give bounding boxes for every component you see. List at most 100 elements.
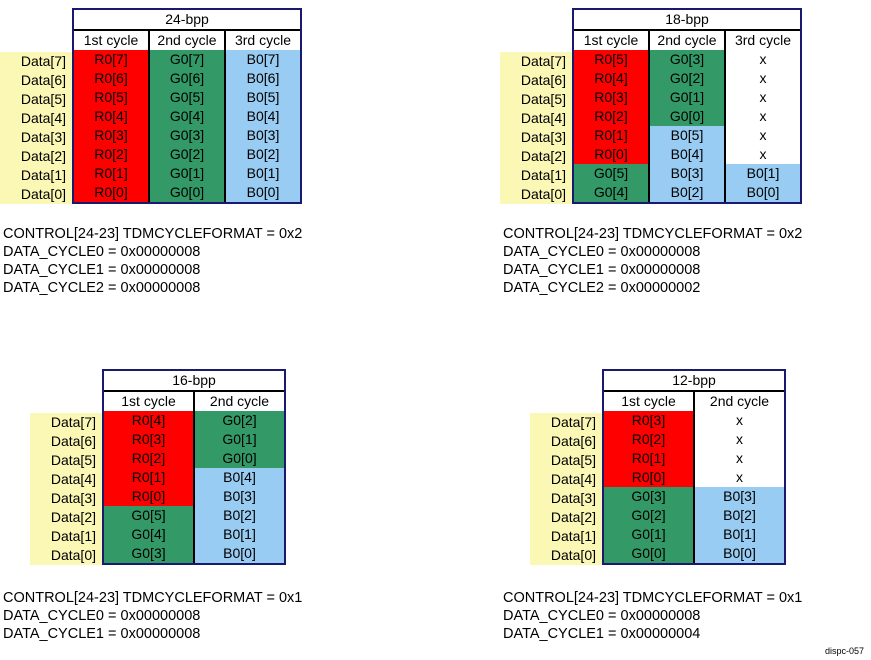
caption-12bpp: CONTROL[24-23] TDMCYCLEFORMAT = 0x1 DATA_… (503, 589, 802, 643)
bit-cell: G0[6] (150, 69, 224, 88)
bit-cell: R0[0] (74, 183, 148, 202)
row-label: Data[6] (50, 433, 96, 449)
bit-cell: G0[3] (650, 50, 724, 69)
row-label: Data[5] (520, 91, 566, 107)
bit-cell: G0[4] (150, 107, 224, 126)
bit-cell: R0[2] (574, 107, 648, 126)
bit-cell: G0[2] (195, 411, 284, 430)
bit-cell: R0[2] (74, 145, 148, 164)
bit-cell: G0[7] (150, 50, 224, 69)
panel-24bpp: Data[7] Data[6] Data[5] Data[4] Data[3] Data[… (0, 8, 302, 204)
bit-cell: B0[1] (226, 164, 300, 183)
bit-cell: B0[4] (195, 468, 284, 487)
cycle-column: G0[7] G0[6] G0[5] G0[4] G0[3] G0[2] G0[1] G0[0] (148, 50, 224, 202)
table-title: 18-bpp (574, 10, 800, 31)
bit-cell: R0[1] (74, 164, 148, 183)
bit-cell: G0[1] (150, 164, 224, 183)
cycle-header: 3rd cycle (224, 31, 300, 50)
cycle-header: 1st cycle (604, 392, 693, 411)
bit-cell: R0[3] (74, 126, 148, 145)
bit-cell: R0[3] (104, 430, 193, 449)
cycle-column: R0[7] R0[6] R0[5] R0[4] R0[3] R0[2] R0[1] R0[0] (74, 50, 148, 202)
bit-cell: x (695, 430, 784, 449)
bit-cell: B0[0] (195, 544, 284, 563)
panel-12bpp: Data[7] Data[6] Data[5] Data[4] Data[3] Data[… (530, 369, 786, 565)
row-label: Data[3] (520, 129, 566, 145)
cycle-column: R0[3] R0[2] R0[1] R0[0] G0[3] G0[2] G0[1] G0[0] (604, 411, 693, 563)
bit-cell: R0[1] (604, 449, 693, 468)
row-label: Data[1] (20, 167, 66, 183)
cycle-header-row: 1st cycle 2nd cycle (104, 392, 284, 411)
row-label: Data[5] (50, 452, 96, 468)
bit-cell: x (695, 449, 784, 468)
bit-cell: B0[5] (650, 126, 724, 145)
bit-cell: B0[2] (195, 506, 284, 525)
bit-cell: G0[4] (574, 183, 648, 202)
cycle-header-row: 1st cycle 2nd cycle 3rd cycle (74, 31, 300, 50)
bit-cell: B0[1] (726, 164, 800, 183)
cycle-column: G0[3] G0[2] G0[1] G0[0] B0[5] B0[4] B0[3] B0[2] (648, 50, 724, 202)
caption-line: DATA_CYCLE1 = 0x00000008 (503, 262, 701, 278)
cycle-header-row: 1st cycle 2nd cycle 3rd cycle (574, 31, 800, 50)
row-label: Data[7] (50, 414, 96, 430)
cycle-header: 2nd cycle (193, 392, 284, 411)
row-label: Data[3] (20, 129, 66, 145)
bit-cell: B0[0] (726, 183, 800, 202)
bit-cell: R0[0] (574, 145, 648, 164)
row-label: Data[1] (520, 167, 566, 183)
bit-cell: R0[4] (574, 69, 648, 88)
bit-cell: x (726, 145, 800, 164)
table-title: 24-bpp (74, 10, 300, 31)
bit-cell: R0[3] (574, 88, 648, 107)
cycle-header: 2nd cycle (148, 31, 224, 50)
row-label: Data[0] (550, 547, 596, 563)
cycle-header: 2nd cycle (648, 31, 724, 50)
bit-cell: B0[4] (226, 107, 300, 126)
caption-line: DATA_CYCLE1 = 0x00000004 (503, 626, 701, 642)
caption-line: DATA_CYCLE2 = 0x00000002 (503, 280, 701, 296)
bit-cell: B0[1] (195, 525, 284, 544)
row-label: Data[1] (550, 528, 596, 544)
row-label-column: Data[7] Data[6] Data[5] Data[4] Data[3] Data[… (0, 52, 72, 204)
bit-cell: R0[4] (74, 107, 148, 126)
row-label: Data[6] (550, 433, 596, 449)
cycle-body: R0[7] R0[6] R0[5] R0[4] R0[3] R0[2] R0[1] R0[0]… (74, 50, 300, 202)
bit-cell: R0[1] (104, 468, 193, 487)
bit-cell: G0[4] (104, 525, 193, 544)
cycle-body: R0[4] R0[3] R0[2] R0[1] R0[0] G0[5] G0[4] G0[3]… (104, 411, 284, 563)
diagram-24bpp: Data[7] Data[6] Data[5] Data[4] Data[3] Data[… (0, 8, 302, 204)
bit-cell: G0[0] (150, 183, 224, 202)
caption-line: CONTROL[24-23] TDMCYCLEFORMAT = 0x2 (3, 226, 303, 242)
bit-cell: x (695, 411, 784, 430)
bit-cell: x (726, 126, 800, 145)
cycle-table-24bpp: 24-bpp 1st cycle 2nd cycle 3rd cycle R0[7]… (72, 8, 302, 204)
row-label: Data[4] (520, 110, 566, 126)
bit-cell: G0[0] (604, 544, 693, 563)
cycle-header: 1st cycle (104, 392, 193, 411)
row-label: Data[0] (20, 186, 66, 202)
bit-cell: B0[6] (226, 69, 300, 88)
bit-cell: B0[3] (226, 126, 300, 145)
row-label: Data[4] (20, 110, 66, 126)
caption-line: DATA_CYCLE0 = 0x00000008 (503, 244, 701, 260)
cycle-body: R0[3] R0[2] R0[1] R0[0] G0[3] G0[2] G0[1] G0[0]… (604, 411, 784, 563)
cycle-header: 1st cycle (74, 31, 148, 50)
cycle-column: x x x x B0[3] B0[2] B0[1] B0[0] (693, 411, 784, 563)
caption-18bpp: CONTROL[24-23] TDMCYCLEFORMAT = 0x2 DATA_… (503, 225, 802, 297)
bit-cell: R0[3] (604, 411, 693, 430)
bit-cell: B0[0] (695, 544, 784, 563)
bit-cell: B0[7] (226, 50, 300, 69)
bit-cell: B0[2] (695, 506, 784, 525)
caption-24bpp: CONTROL[24-23] TDMCYCLEFORMAT = 0x2 DATA_… (3, 225, 302, 297)
row-label: Data[1] (50, 528, 96, 544)
diagram-12bpp: Data[7] Data[6] Data[5] Data[4] Data[3] Data[… (530, 369, 786, 565)
caption-line: DATA_CYCLE0 = 0x00000008 (503, 608, 701, 624)
caption-line: DATA_CYCLE0 = 0x00000008 (3, 244, 201, 260)
row-label: Data[2] (520, 148, 566, 164)
cycle-header: 3rd cycle (724, 31, 800, 50)
row-label-column: Data[7] Data[6] Data[5] Data[4] Data[3] Data[… (500, 52, 572, 204)
row-label: Data[3] (550, 490, 596, 506)
cycle-header-row: 1st cycle 2nd cycle (604, 392, 784, 411)
bit-cell: G0[3] (104, 544, 193, 563)
row-label: Data[2] (50, 509, 96, 525)
